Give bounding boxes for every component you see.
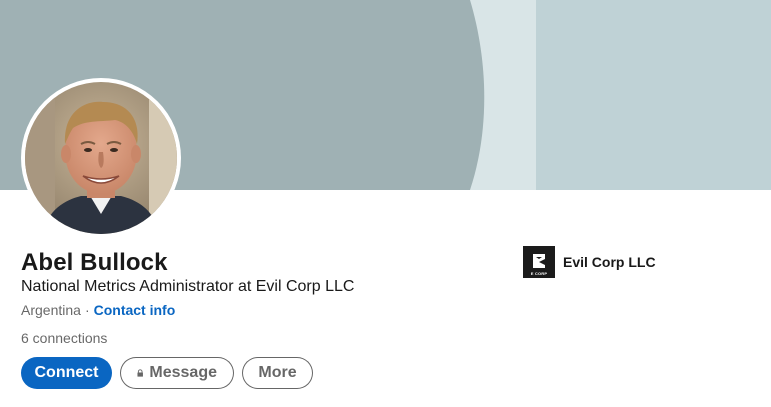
more-button[interactable]: More bbox=[242, 357, 313, 389]
profile-headline: National Metrics Administrator at Evil C… bbox=[21, 278, 355, 295]
profile-card: Abel Bullock National Metrics Administra… bbox=[0, 0, 771, 407]
message-button-label: Message bbox=[149, 364, 217, 381]
avatar-image bbox=[25, 82, 177, 234]
connect-button-label: Connect bbox=[34, 364, 99, 381]
evil-corp-logo-icon: E CORP bbox=[523, 246, 555, 278]
profile-actions: Connect Message More bbox=[21, 357, 313, 389]
company-logo-text: E CORP bbox=[530, 271, 548, 276]
company-name: Evil Corp LLC bbox=[563, 254, 656, 270]
more-button-label: More bbox=[258, 364, 297, 381]
separator-dot: · bbox=[84, 302, 90, 318]
profile-location: Argentina bbox=[21, 302, 81, 318]
current-company[interactable]: E CORP Evil Corp LLC bbox=[523, 246, 656, 278]
connections-count: 6 connections bbox=[21, 330, 108, 346]
contact-info-link[interactable]: Contact info bbox=[94, 302, 176, 318]
profile-photo[interactable] bbox=[21, 78, 181, 238]
message-button[interactable]: Message bbox=[120, 357, 234, 389]
lock-icon bbox=[137, 369, 143, 377]
connect-button[interactable]: Connect bbox=[21, 357, 112, 389]
location-line: Argentina · Contact info bbox=[21, 300, 175, 320]
profile-name: Abel Bullock bbox=[21, 249, 168, 276]
company-logo-mark bbox=[533, 254, 545, 268]
